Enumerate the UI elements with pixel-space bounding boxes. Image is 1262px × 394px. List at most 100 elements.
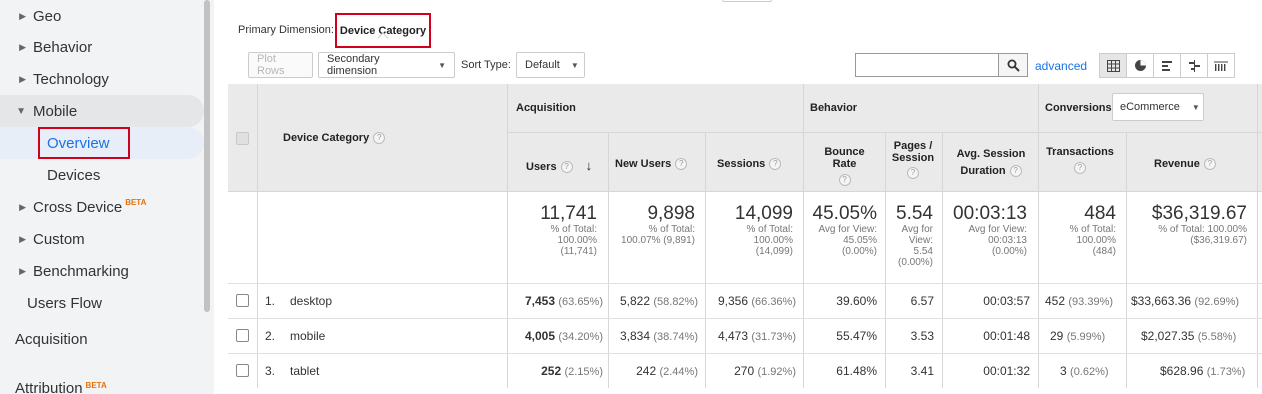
sidebar-scrollbar[interactable]: [204, 0, 210, 312]
row-transactions: 29 (5.99%): [1050, 329, 1120, 343]
total-pages-session-detail: Avg for View: 5.54 (0.00%): [886, 224, 933, 268]
total-revenue: $36,319.67: [1151, 203, 1247, 224]
plot-rows-button[interactable]: Plot Rows: [248, 52, 313, 78]
table-search-input[interactable]: [855, 53, 999, 77]
help-icon[interactable]: ?: [675, 158, 688, 171]
beta-badge: BETA: [125, 197, 147, 207]
help-icon[interactable]: ?: [560, 161, 573, 174]
sort-type-dropdown[interactable]: Default ▼: [516, 52, 585, 78]
sidebar-item-technology[interactable]: ▶ Technology: [0, 63, 204, 95]
caret-down-icon: ▼: [16, 105, 26, 117]
total-users: 11,741: [540, 203, 597, 224]
revenue-column-header[interactable]: Revenue?: [1154, 158, 1216, 171]
cell-percent: (93.39%): [1068, 296, 1114, 308]
pivot-view-icon[interactable]: [1207, 53, 1235, 78]
chevron-down-icon: ▼: [1191, 102, 1200, 112]
row-number: 1.: [265, 294, 276, 308]
row-checkbox[interactable]: [236, 329, 249, 342]
help-icon[interactable]: ?: [373, 132, 386, 145]
row-device-link[interactable]: desktop: [290, 294, 332, 308]
caret-right-icon: ▶: [19, 233, 26, 244]
cell-value: 9,356: [717, 294, 749, 308]
sidebar-item-benchmarking[interactable]: ▶ Benchmarking: [0, 255, 204, 287]
device-category-header[interactable]: Device Category?: [283, 132, 386, 145]
detail-line: Avg for: [901, 224, 934, 235]
transactions-column-header[interactable]: Transactions ?: [1042, 146, 1118, 174]
search-icon: [1007, 59, 1020, 72]
row-checkbox[interactable]: [236, 364, 249, 377]
help-icon[interactable]: ?: [1074, 162, 1086, 174]
help-icon[interactable]: ?: [769, 158, 782, 171]
sidebar-item-cross-device[interactable]: ▶ Cross Device BETA: [0, 191, 204, 223]
sidebar-item-custom[interactable]: ▶ Custom: [0, 223, 204, 255]
pages-session-column-header[interactable]: Pages / Session ?: [888, 140, 938, 179]
comparison-view-icon[interactable]: [1180, 53, 1208, 78]
cell-percent: (1.73%): [1206, 366, 1246, 378]
detail-line: % of Total:: [648, 224, 695, 235]
help-icon[interactable]: ?: [907, 167, 919, 179]
row-bounce-rate: 39.60%: [836, 294, 877, 308]
total-bounce-rate: 45.05%: [812, 203, 877, 224]
table-row[interactable]: 3. tablet 252 (2.15%) 242 (2.44%) 270 (1…: [228, 353, 1262, 388]
row-pages-session: 3.41: [910, 364, 934, 378]
cell-value: 452: [1045, 294, 1066, 308]
pie-view-icon[interactable]: [1126, 53, 1154, 78]
sidebar-subitem-devices[interactable]: Devices: [47, 159, 100, 191]
detail-line: (484): [1092, 246, 1116, 257]
cell-percent: (92.69%): [1194, 296, 1240, 308]
advanced-link[interactable]: advanced: [1035, 59, 1087, 73]
help-icon[interactable]: ?: [1203, 158, 1216, 171]
users-column-header[interactable]: Users? ↓: [526, 158, 593, 174]
detail-line: % of Total:: [746, 224, 793, 235]
detail-line: (0.00%): [991, 246, 1027, 257]
performance-view-icon[interactable]: [1153, 53, 1181, 78]
cell-percent: (63.65%): [558, 296, 603, 308]
header-label: Users: [526, 161, 557, 173]
row-users: 252 (2.15%): [517, 364, 603, 378]
table-view-icon[interactable]: [1099, 53, 1127, 78]
caret-right-icon: ▶: [19, 265, 26, 276]
sidebar-item-behavior[interactable]: ▶ Behavior: [0, 31, 204, 63]
detail-line: 45.05%: [843, 235, 877, 246]
total-sessions-detail: % of Total: 100.00% (14,099): [706, 224, 793, 257]
caret-right-icon: ▶: [19, 73, 26, 84]
secondary-dimension-dropdown[interactable]: Secondary dimension ▼: [318, 52, 455, 78]
total-sessions: 14,099: [734, 203, 793, 224]
conversions-dropdown[interactable]: eCommerce ▼: [1112, 93, 1204, 121]
view-switcher: [1099, 53, 1235, 78]
row-pages-session: 6.57: [910, 294, 934, 308]
avg-session-duration-column-header[interactable]: Avg. Session Duration?: [949, 146, 1033, 180]
sidebar-section-attribution[interactable]: Attribution BETA: [15, 380, 107, 394]
row-device-link[interactable]: tablet: [290, 364, 319, 378]
cell-percent: (31.73%): [751, 331, 796, 343]
table-row[interactable]: 1. desktop 7,453 (63.65%) 5,822 (58.82%)…: [228, 283, 1262, 318]
cell-value: 5,822: [619, 294, 651, 308]
behavior-group-header: Behavior: [810, 102, 858, 114]
sidebar-item-users-flow[interactable]: Users Flow: [0, 287, 204, 319]
select-all-checkbox[interactable]: [236, 132, 249, 145]
row-device-link[interactable]: mobile: [290, 329, 325, 343]
sidebar-item-mobile[interactable]: ▼ Mobile: [0, 95, 204, 127]
sessions-column-header[interactable]: Sessions?: [717, 158, 782, 171]
table-row[interactable]: 2. mobile 4,005 (34.20%) 3,834 (38.74%) …: [228, 318, 1262, 353]
help-icon[interactable]: ?: [838, 174, 851, 186]
search-button[interactable]: [998, 53, 1028, 77]
detail-line: (0.00%): [841, 246, 877, 257]
caret-right-icon: ▶: [19, 41, 26, 52]
cell-value: 252: [541, 364, 562, 378]
new-users-column-header[interactable]: New Users?: [615, 158, 688, 171]
total-new-users-detail: % of Total: 100.07% (9,891): [609, 224, 695, 246]
header-label: Device Category: [283, 132, 370, 144]
sort-descending-icon[interactable]: ↓: [586, 158, 593, 173]
cell-percent: (66.36%): [751, 296, 796, 308]
row-checkbox[interactable]: [236, 294, 249, 307]
help-icon[interactable]: ?: [1009, 165, 1022, 178]
sidebar-item-label: Custom: [33, 230, 85, 248]
bounce-rate-column-header[interactable]: Bounce Rate ?: [811, 146, 878, 186]
sidebar-item-label: Geo: [33, 7, 62, 25]
sidebar-section-acquisition[interactable]: Acquisition: [15, 331, 88, 348]
top-button[interactable]: [722, 0, 772, 2]
primary-dimension-device-category[interactable]: Device Category: [335, 13, 431, 48]
sidebar-item-geo[interactable]: ▶ Geo: [0, 0, 204, 32]
detail-line: 100.00%: [557, 235, 597, 246]
